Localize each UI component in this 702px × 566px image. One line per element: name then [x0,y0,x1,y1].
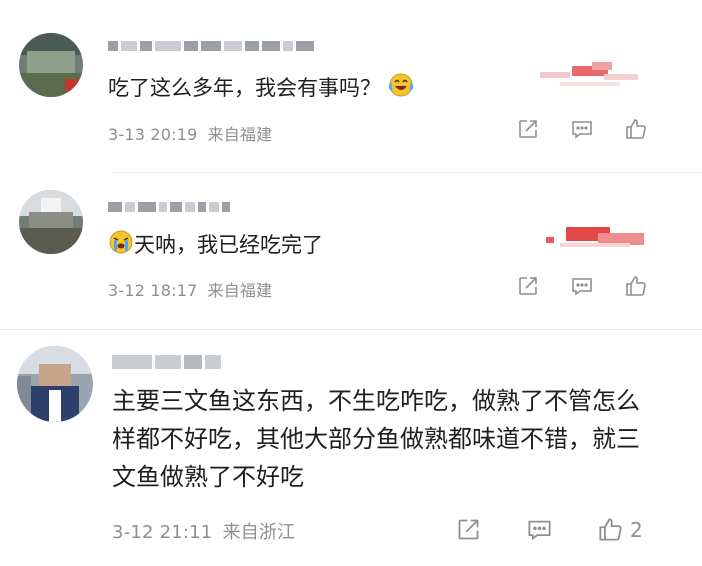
comment-text: 吃了这么多年，我会有事吗？ [108,72,414,103]
share-button[interactable] [455,516,482,543]
like-button[interactable]: 2 [597,516,643,543]
reply-icon [572,278,592,296]
like-icon [626,276,646,296]
avatar[interactable] [17,346,93,422]
avatar[interactable] [19,190,83,254]
like-icon [599,518,622,541]
like-count: 2 [630,517,643,542]
redacted-mark [540,221,650,253]
reply-button[interactable] [570,117,594,141]
comment-location: 来自浙江 [222,522,296,543]
like-button[interactable] [624,274,654,298]
reply-button[interactable] [570,274,594,298]
share-icon [458,519,479,540]
share-button[interactable] [516,117,540,141]
comment-actions [516,274,654,298]
comment-text: 主要三文鱼这东西，不生吃咋吃，做熟了不管怎么样都不好吃，其他大部分鱼做熟都味道不… [112,387,640,491]
username-redacted[interactable] [112,354,221,370]
like-icon [626,119,646,139]
crying-face-icon [109,230,133,254]
comment-item: 天呐，我已经吃完了 3-12 18:17 来自福建 [0,173,702,329]
share-icon [519,120,537,138]
comment-actions [516,117,654,141]
reply-icon [528,520,551,541]
avatar[interactable] [19,33,83,97]
share-icon [519,277,537,295]
comment-item: 主要三文鱼这东西，不生吃咋吃，做熟了不管怎么样都不好吃，其他大部分鱼做熟都味道不… [0,330,702,566]
comment-actions: 2 [455,516,643,543]
comment-location: 来自福建 [207,125,273,144]
comment-date: 3-12 18:17 [108,281,198,300]
like-button[interactable] [624,117,654,141]
comment-meta: 3-12 18:17 来自福建 [108,277,272,301]
redacted-mark [540,58,640,90]
laughing-crying-face-icon [388,73,413,97]
comment-date: 3-13 20:19 [108,125,198,144]
comment-item: 吃了这么多年，我会有事吗？ 3-13 20:19 来自福建 [0,0,702,172]
comment-meta: 3-12 21:11 来自浙江 [112,518,295,544]
comment-list: 吃了这么多年，我会有事吗？ 3-13 20:19 来自福建 天呐，我已经吃完了 … [0,0,702,566]
share-button[interactable] [516,274,540,298]
reply-icon [572,121,592,139]
reply-button[interactable] [526,516,553,543]
comment-date: 3-12 21:11 [112,522,213,543]
comment-location: 来自福建 [207,281,273,300]
username-redacted[interactable] [108,38,314,54]
comment-meta: 3-13 20:19 来自福建 [108,121,272,145]
username-redacted[interactable] [108,199,230,215]
comment-text: 天呐，我已经吃完了 [108,229,323,260]
